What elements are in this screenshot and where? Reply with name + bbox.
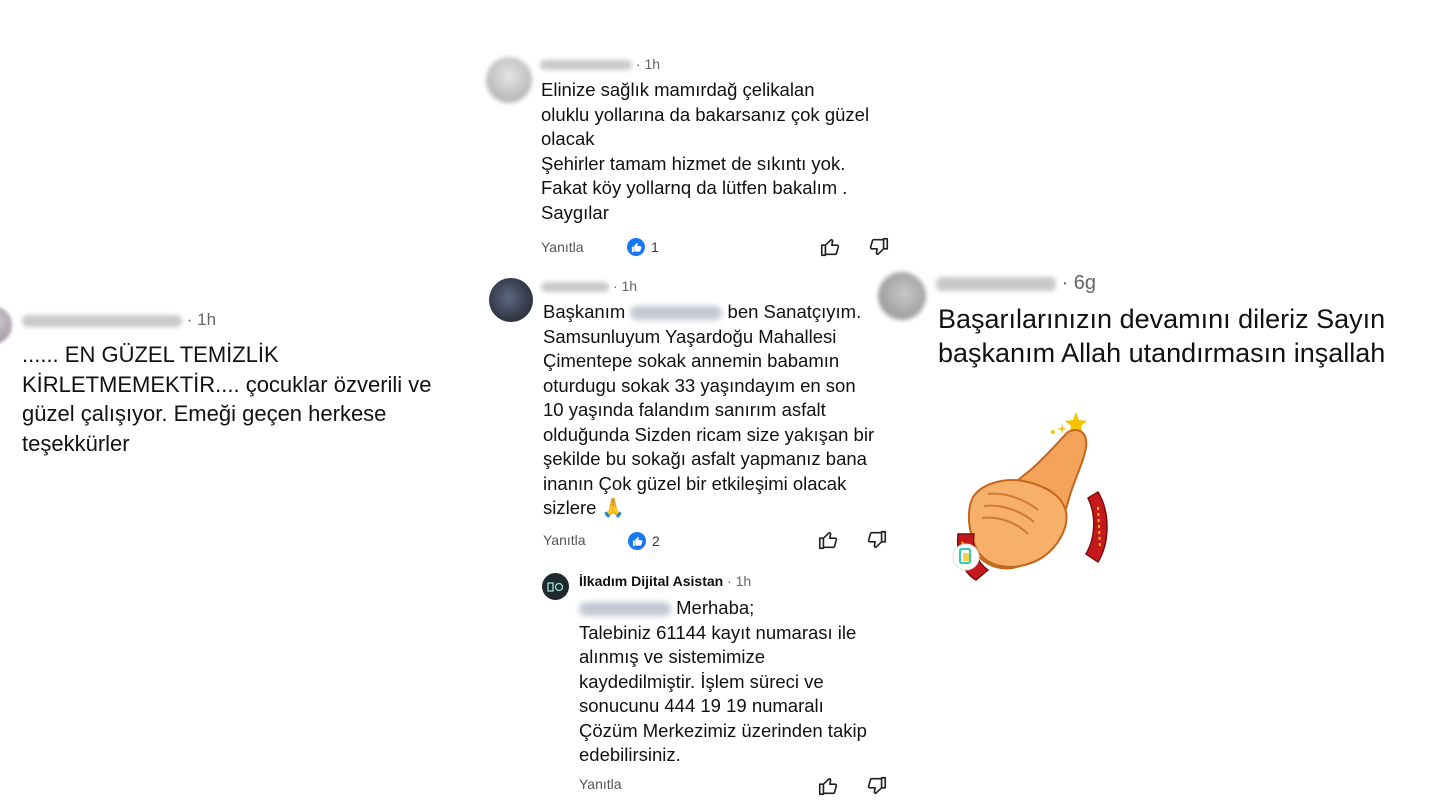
blurred-author-name[interactable] [540,60,632,71]
reply-time: · 1h [727,573,752,589]
comment-text: Elinize sağlık mamırdağ çelikalan oluklu… [541,79,870,223]
right-comment: · 6g Başarılarınızın devamını dileriz Sa… [878,262,1450,592]
blurred-mention[interactable] [630,306,723,321]
reply-text: Merhaba; Talebiniz 61144 kayıt numarası … [579,596,899,768]
comment-text: Başkanım ben Sanatçıyım. Samsunluyum Yaş… [543,300,893,521]
comment-1: · 1h Elinize sağlık mamırdağ çelikalan o… [480,45,905,270]
blurred-mention[interactable] [579,602,671,617]
assistant-logo-icon [546,581,563,592]
comment-meta: · 1h [541,278,637,294]
blurred-author-name[interactable] [936,276,1056,291]
thumbs-up-icon[interactable] [819,236,841,258]
thumbs-down-icon[interactable] [866,529,888,551]
blurred-author-name[interactable] [541,282,609,293]
like-count-value: 2 [652,533,660,549]
like-count-value: 1 [651,239,659,255]
like-icon [627,238,645,256]
blurred-author-name[interactable] [22,314,182,327]
left-comment: · 1h ...... EN GÜZEL TEMİZLİK KİRLETMEME… [0,290,470,480]
avatar[interactable] [489,278,533,322]
thumbs-down-icon[interactable] [868,236,890,258]
thumbs-up-icon[interactable] [817,775,839,797]
avatar[interactable] [878,272,926,320]
thumbs-up-icon[interactable] [817,529,839,551]
assistant-avatar[interactable] [542,573,569,600]
like-count: 2 [628,532,660,550]
avatar[interactable] [486,57,532,103]
reply-message: Talebiniz 61144 kayıt numarası ile alınm… [579,621,867,766]
comment-text-rest: ben Sanatçıyım. Samsunluyum Yaşardoğu Ma… [543,301,875,518]
comment-text: Başarılarınızın devamını dileriz Sayın b… [938,304,1386,368]
reply-greeting: Merhaba; [676,597,755,618]
comment-time: · 1h [635,56,661,72]
clapping-hands-sticker-icon [952,412,1108,581]
thumbs-down-icon[interactable] [866,775,888,797]
comment-meta: · 1h [540,56,660,72]
comment-meta: · 1h [22,310,216,330]
reply-button[interactable]: Yanıtla [541,239,584,255]
like-icon [628,532,646,550]
reply-meta: İlkadım Dijital Asistan · 1h [579,573,751,589]
reply-author[interactable]: İlkadım Dijital Asistan [579,573,723,589]
comment-meta: · 6g [936,272,1096,295]
comment-time: · 1h [186,310,217,329]
comment-time: · 1h [612,278,638,294]
comment-text-start: Başkanım [543,301,626,322]
avatar[interactable] [0,306,12,344]
comment-time: · 6g [1061,272,1097,294]
like-count: 1 [627,238,659,256]
comment-text: ...... EN GÜZEL TEMİZLİK KİRLETMEMEKTİR.… [22,342,432,456]
reply-button[interactable]: Yanıtla [543,532,586,548]
reply-button[interactable]: Yanıtla [579,776,622,792]
comment-2: · 1h Başkanım ben Sanatçıyım. Samsunluyu… [480,268,905,798]
